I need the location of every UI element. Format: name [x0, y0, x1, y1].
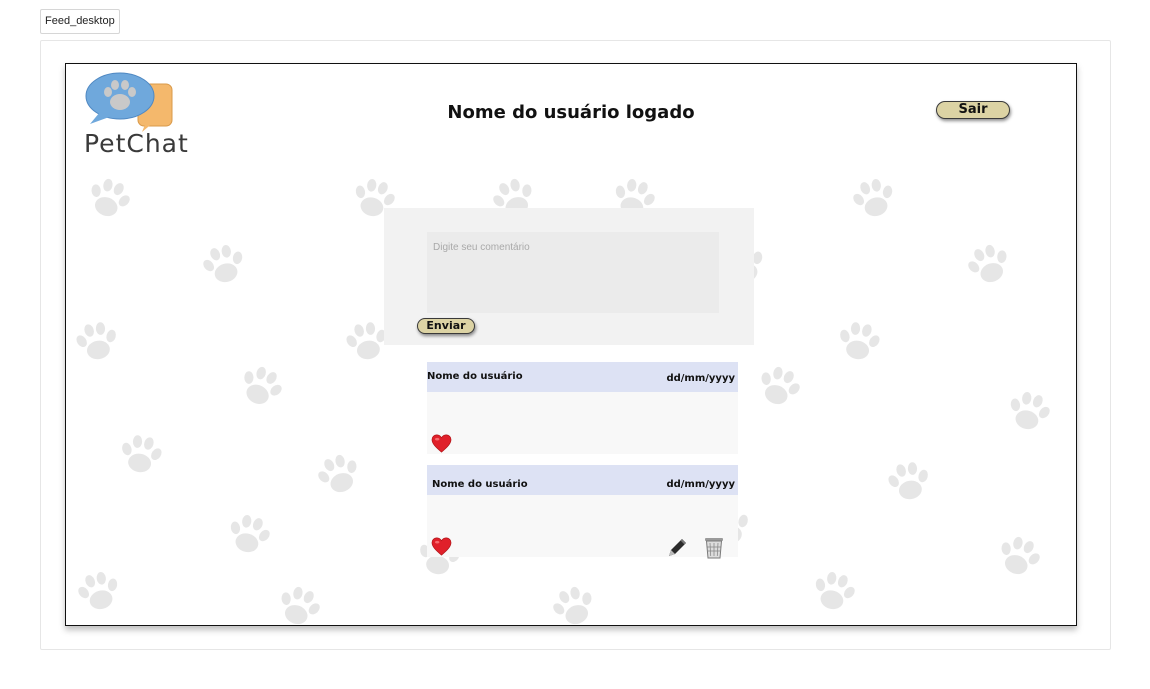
- post-username: Nome do usuário: [432, 479, 528, 490]
- heart-icon[interactable]: [431, 434, 452, 453]
- paw-print-icon: [960, 236, 1019, 295]
- paw-print-icon: [806, 564, 862, 620]
- post-date: dd/mm/yyyy: [666, 479, 735, 490]
- paw-print-icon: [832, 315, 885, 368]
- paw-print-icon: [545, 578, 604, 625]
- post-header: Nome do usuário dd/mm/yyyy: [427, 362, 738, 392]
- paw-print-icon: [70, 315, 123, 368]
- paw-print-icon: [196, 237, 252, 293]
- paw-print-icon: [1001, 384, 1057, 440]
- post-date: dd/mm/yyyy: [666, 373, 735, 384]
- paw-print-icon: [221, 507, 277, 563]
- frame-label: Feed_desktop: [40, 9, 120, 34]
- comment-composer: Enviar: [384, 208, 754, 345]
- feed-screen: PetChat Nome do usuário logado Sair Envi…: [65, 63, 1077, 626]
- post-card: Nome do usuário dd/mm/yyyy: [427, 362, 738, 454]
- logout-button[interactable]: Sair: [936, 101, 1010, 119]
- trash-icon[interactable]: [703, 535, 725, 559]
- post-card: Nome do usuário dd/mm/yyyy: [427, 465, 738, 560]
- paw-print-icon: [990, 528, 1049, 587]
- header: PetChat Nome do usuário logado Sair: [66, 64, 1076, 168]
- heart-icon[interactable]: [431, 537, 452, 556]
- paw-print-icon: [270, 578, 329, 625]
- brand-name: PetChat: [84, 129, 189, 158]
- paw-print-icon: [750, 358, 809, 417]
- paw-print-icon: [230, 356, 291, 417]
- post-username: Nome do usuário: [427, 371, 523, 382]
- post-header: Nome do usuário dd/mm/yyyy: [427, 465, 738, 495]
- paw-print-icon: [71, 564, 127, 620]
- paw-print-icon: [310, 446, 369, 505]
- comment-input[interactable]: [427, 232, 719, 313]
- paw-print-icon: [846, 171, 902, 227]
- paw-print-icon: [114, 428, 167, 481]
- paw-print-icon: [882, 455, 935, 508]
- paw-print-icon: [80, 170, 139, 229]
- pen-icon[interactable]: [665, 536, 689, 560]
- send-button[interactable]: Enviar: [417, 318, 475, 334]
- logged-user-name: Nome do usuário logado: [447, 102, 695, 123]
